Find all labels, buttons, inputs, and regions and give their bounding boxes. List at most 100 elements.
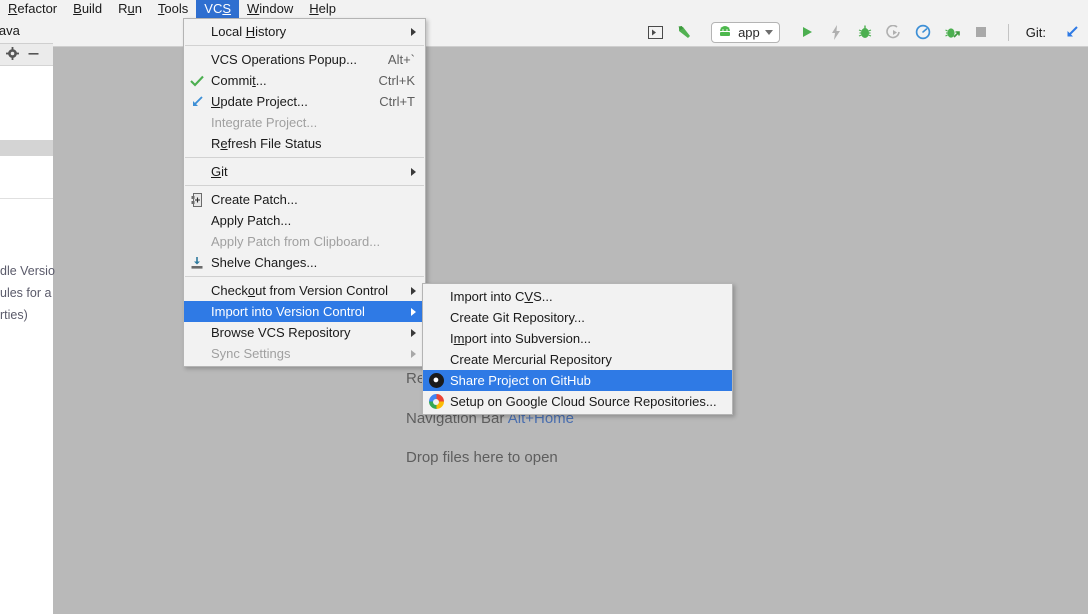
menu-item-shelve-changes[interactable]: Shelve Changes...: [184, 252, 425, 273]
clipped-text-line: dle Versio: [0, 264, 55, 278]
shelve-icon: [189, 255, 205, 271]
clipped-text-line: ules for a: [0, 286, 52, 300]
menu-item-label: Apply Patch...: [211, 213, 292, 228]
menu-separator: [185, 157, 424, 158]
vcs-dropdown-menu: Local History VCS Operations Popup... Al…: [183, 18, 426, 367]
menu-item-label: VCS Operations Popup...: [211, 52, 357, 67]
profiler-icon[interactable]: [913, 22, 933, 42]
menu-separator: [185, 276, 424, 277]
menu-item-sync-settings: Sync Settings: [184, 343, 425, 364]
menu-item-browse-vcs-repository[interactable]: Browse VCS Repository: [184, 322, 425, 343]
menu-item-git[interactable]: Git: [184, 161, 425, 182]
menu-item-shortcut: Ctrl+K: [378, 73, 415, 88]
menubar-item-window[interactable]: Window: [239, 0, 301, 18]
build-hammer-icon[interactable]: [674, 22, 694, 42]
checkmark-icon: [189, 73, 205, 89]
clipped-text-line: rties): [0, 308, 28, 322]
editor-hint-drop-files: Drop files here to open: [406, 449, 558, 466]
submenu-arrow-icon: [411, 328, 416, 337]
menubar-item-label: Refactor: [8, 1, 58, 16]
menu-item-apply-patch[interactable]: Apply Patch...: [184, 210, 425, 231]
menu-item-label: Create Mercurial Repository: [450, 352, 612, 367]
menubar-item-build[interactable]: Build: [65, 0, 110, 18]
menubar-item-help[interactable]: Help: [301, 0, 344, 18]
menu-item-create-patch[interactable]: Create Patch...: [184, 189, 425, 210]
menu-item-vcs-operations-popup[interactable]: VCS Operations Popup... Alt+`: [184, 49, 425, 70]
gear-icon[interactable]: [6, 46, 19, 63]
menu-item-shortcut: Ctrl+T: [379, 94, 415, 109]
submenu-item-setup-google-cloud-source-repositories[interactable]: Setup on Google Cloud Source Repositorie…: [423, 391, 732, 412]
update-project-arrow-icon[interactable]: [1062, 22, 1082, 42]
menu-item-label: Refresh File Status: [211, 136, 322, 151]
left-panel-tab-label: java: [0, 23, 20, 38]
menubar-item-label: Tools: [157, 1, 189, 16]
update-arrow-icon: [189, 94, 205, 110]
github-icon: ●: [428, 373, 444, 389]
menu-item-update-project[interactable]: Update Project... Ctrl+T: [184, 91, 425, 112]
submenu-arrow-icon: [411, 307, 416, 316]
project-tree-panel[interactable]: dle Versio ules for a rties): [0, 66, 55, 614]
menu-item-label: Import into Version Control: [211, 304, 365, 319]
chevron-down-icon[interactable]: [764, 29, 773, 35]
submenu-item-import-into-subversion[interactable]: Import into Subversion...: [423, 328, 732, 349]
menu-item-label: Shelve Changes...: [211, 255, 318, 270]
menubar-item-label: Help: [309, 1, 337, 16]
submenu-arrow-icon: [411, 27, 416, 36]
google-cloud-icon: [428, 394, 444, 410]
menu-item-import-into-version-control[interactable]: Import into Version Control: [184, 301, 425, 322]
menu-item-label: Apply Patch from Clipboard...: [211, 234, 381, 249]
toolbar-divider: [1007, 23, 1009, 41]
menu-item-integrate-project: Integrate Project...: [184, 112, 425, 133]
menu-separator: [185, 45, 424, 46]
menu-item-label: Integrate Project...: [211, 115, 318, 130]
menubar-item-label: VCS: [204, 1, 232, 16]
menu-item-label: Sync Settings: [211, 346, 291, 361]
menu-item-label: Import into CVS...: [450, 289, 553, 304]
menu-item-label: Browse VCS Repository: [211, 325, 351, 340]
menu-item-apply-patch-from-clipboard: Apply Patch from Clipboard...: [184, 231, 425, 252]
menu-item-local-history[interactable]: Local History: [184, 21, 425, 42]
menu-item-label: Checkout from Version Control: [211, 283, 389, 298]
open-in-window-icon[interactable]: [645, 22, 665, 42]
menu-item-label: Import into Subversion...: [450, 331, 591, 346]
submenu-item-create-mercurial-repository[interactable]: Create Mercurial Repository: [423, 349, 732, 370]
minimize-icon[interactable]: [27, 47, 40, 63]
menu-item-label: Create Patch...: [211, 192, 298, 207]
menu-bar: Refactor Build Run Tools VCS Window Help: [0, 0, 1088, 18]
menubar-item-refactor[interactable]: Refactor: [0, 0, 65, 18]
left-panel-tab[interactable]: java: [0, 18, 53, 44]
menu-item-checkout-from-version-control[interactable]: Checkout from Version Control: [184, 280, 425, 301]
menu-item-label: Setup on Google Cloud Source Repositorie…: [450, 394, 717, 409]
menu-item-label: Git: [211, 164, 228, 179]
menu-item-shortcut: Alt+`: [387, 52, 415, 67]
debug-icon[interactable]: [855, 22, 875, 42]
submenu-item-create-git-repository[interactable]: Create Git Repository...: [423, 307, 732, 328]
menubar-item-tools[interactable]: Tools: [150, 0, 196, 18]
menu-item-label: Local History: [211, 24, 287, 39]
android-head-icon: [720, 26, 731, 36]
run-icon[interactable]: [797, 22, 817, 42]
run-configuration-label: app: [738, 24, 760, 40]
panel-divider: [0, 198, 53, 199]
project-tree-selected-row[interactable]: [0, 140, 53, 156]
menu-item-refresh-file-status[interactable]: Refresh File Status: [184, 133, 425, 154]
patch-file-icon: [189, 192, 205, 208]
menubar-item-label: Build: [73, 1, 103, 16]
menubar-item-run[interactable]: Run: [110, 0, 150, 18]
android-studio-window: Refactor Build Run Tools VCS Window Help: [0, 0, 1088, 614]
submenu-arrow-icon: [411, 349, 416, 358]
menubar-item-vcs[interactable]: VCS: [196, 0, 240, 18]
submenu-arrow-icon: [411, 286, 416, 295]
debug-attach-icon[interactable]: [942, 22, 962, 42]
menu-item-label: Create Git Repository...: [450, 310, 585, 325]
submenu-item-import-into-cvs[interactable]: Import into CVS...: [423, 286, 732, 307]
menu-item-label: Commit...: [211, 73, 267, 88]
menu-separator: [185, 185, 424, 186]
submenu-item-share-project-on-github[interactable]: ● Share Project on GitHub: [423, 370, 732, 391]
menubar-item-label: Run: [118, 1, 142, 16]
git-label: Git:: [1025, 24, 1046, 40]
menu-item-label: Share Project on GitHub: [450, 373, 591, 388]
run-configuration-selector[interactable]: app: [711, 21, 780, 43]
menu-item-commit[interactable]: Commit... Ctrl+K: [184, 70, 425, 91]
attach-debugger-icon: [884, 22, 904, 42]
